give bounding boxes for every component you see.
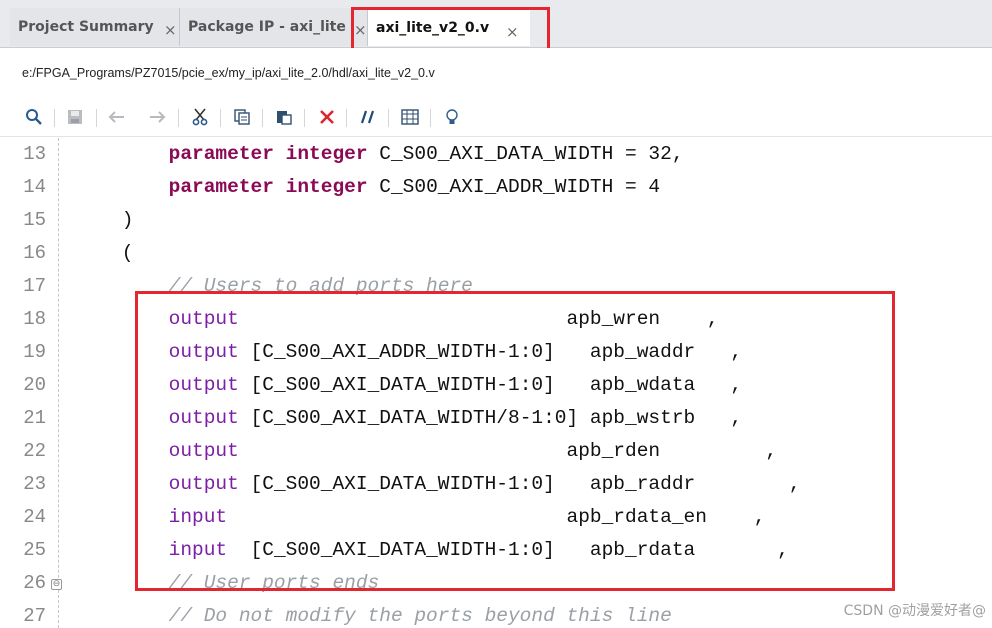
tab-label: Project Summary <box>18 19 154 35</box>
tab-package-ip[interactable]: Package IP - axi_lite × <box>180 8 368 46</box>
keyword: parameter <box>168 176 274 198</box>
line-number: 20 <box>23 374 46 396</box>
copy-icon[interactable] <box>231 106 253 128</box>
line-number: 24 <box>23 506 46 528</box>
line-number: 18 <box>23 308 46 330</box>
tab-project-summary[interactable]: Project Summary × <box>10 8 180 46</box>
port-direction: input <box>168 506 228 528</box>
editor-toolbar <box>0 100 992 137</box>
line-number: 15 <box>23 209 46 231</box>
line-number: 17 <box>23 275 46 297</box>
keyword: integer <box>285 143 368 165</box>
port-direction: output <box>168 341 239 363</box>
undo-icon[interactable] <box>106 106 128 128</box>
file-path-bar: e:/FPGA_Programs/PZ7015/pcie_ex/my_ip/ax… <box>0 48 992 100</box>
code-line: ( <box>75 242 134 264</box>
line-number: 14 <box>23 176 46 198</box>
code-line: parameter integer C_S00_AXI_DATA_WIDTH =… <box>168 143 684 165</box>
code-line: ) <box>75 209 134 231</box>
line-number: 25 <box>23 539 46 561</box>
close-icon[interactable]: × <box>354 21 367 39</box>
line-number: 26 <box>23 572 46 594</box>
tab-label: Package IP - axi_lite <box>188 19 346 35</box>
code-comment: // Do not modify the ports beyond this l… <box>75 605 672 627</box>
paste-icon[interactable] <box>273 106 295 128</box>
search-icon[interactable] <box>23 106 45 128</box>
delete-icon[interactable] <box>316 106 338 128</box>
port-direction: output <box>168 407 239 429</box>
save-icon[interactable] <box>64 106 86 128</box>
line-number: 27 <box>23 605 46 627</box>
file-path: e:/FPGA_Programs/PZ7015/pcie_ex/my_ip/ax… <box>22 66 435 80</box>
fold-toggle-icon[interactable]: ⊖ <box>51 579 62 590</box>
line-number: 16 <box>23 242 46 264</box>
port-direction: output <box>168 308 239 330</box>
keyword: parameter <box>168 143 274 165</box>
code-line: output [C_S00_AXI_DATA_WIDTH-1:0] apb_ra… <box>168 473 801 495</box>
port-direction: output <box>168 473 239 495</box>
code-line: output [C_S00_AXI_ADDR_WIDTH-1:0] apb_wa… <box>168 341 743 363</box>
keyword: integer <box>285 176 368 198</box>
code-comment: // Users to add ports here <box>75 275 473 297</box>
line-number: 21 <box>23 407 46 429</box>
code-comment: // User ports ends <box>75 572 380 594</box>
cut-icon[interactable] <box>189 106 211 128</box>
close-icon[interactable]: × <box>164 21 177 39</box>
line-number: 23 <box>23 473 46 495</box>
comment-icon[interactable] <box>357 106 379 128</box>
tab-axi-lite-v2-0[interactable]: axi_lite_v2_0.v × <box>368 8 530 46</box>
port-direction: output <box>168 374 239 396</box>
code-line: input [C_S00_AXI_DATA_WIDTH-1:0] apb_rda… <box>168 539 789 561</box>
code-line: output [C_S00_AXI_DATA_WIDTH-1:0] apb_wd… <box>168 374 743 396</box>
bulb-icon[interactable] <box>441 106 463 128</box>
port-direction: input <box>168 539 228 561</box>
code-line: input apb_rdata_en , <box>168 506 766 528</box>
code-line: output [C_S00_AXI_DATA_WIDTH/8-1:0] apb_… <box>168 407 743 429</box>
code-line: output apb_rden , <box>168 440 778 462</box>
close-icon[interactable]: × <box>506 23 519 41</box>
editor-tab-bar: Project Summary × Package IP - axi_lite … <box>0 0 992 48</box>
line-number: 13 <box>23 143 46 165</box>
watermark: CSDN @动漫爱好者@ <box>843 603 986 619</box>
code-editor[interactable]: 13 14 15 16 17 18 19 20 21 22 23 24 25 2… <box>0 138 992 628</box>
port-direction: output <box>168 440 239 462</box>
line-number: 19 <box>23 341 46 363</box>
column-select-icon[interactable] <box>399 106 421 128</box>
line-number-gutter: 13 14 15 16 17 18 19 20 21 22 23 24 25 2… <box>0 138 68 628</box>
line-number: 22 <box>23 440 46 462</box>
tab-label: axi_lite_v2_0.v <box>376 20 490 36</box>
code-line: output apb_wren , <box>168 308 719 330</box>
redo-icon[interactable] <box>146 106 168 128</box>
code-line: parameter integer C_S00_AXI_ADDR_WIDTH =… <box>168 176 661 198</box>
